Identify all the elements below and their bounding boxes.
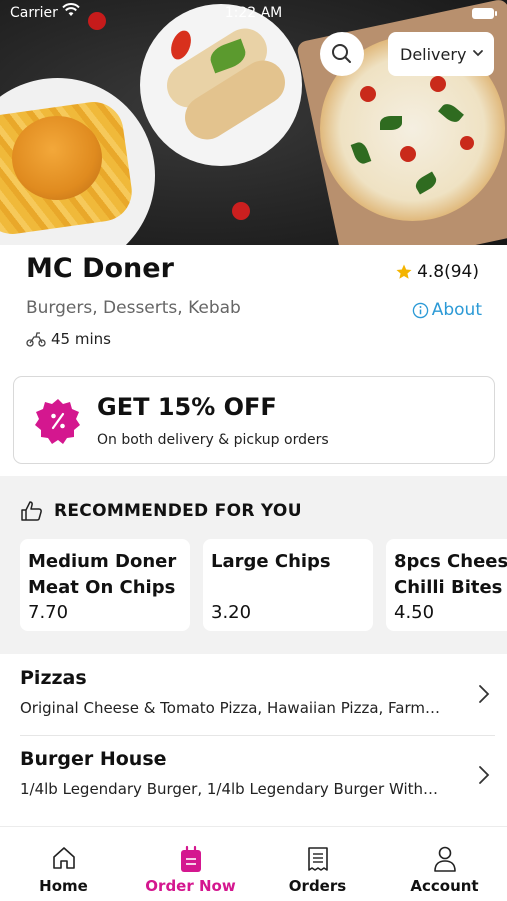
recommended-section: RECOMMENDED FOR YOU Medium Doner Meat On… [0,476,507,654]
recommended-item[interactable]: 8pcs Cheese Chilli Bites 4.50 [386,539,507,631]
recommended-title: RECOMMENDED FOR YOU [54,501,302,521]
category-title: Burger House [20,748,167,770]
hero-image: Carrier 1:22 AM Delivery [0,0,507,245]
recommended-item-name: Large Chips [211,551,331,572]
battery-icon [472,8,497,19]
info-icon [412,302,428,318]
delivery-time-label: 45 mins [51,330,111,348]
promo-banner[interactable]: GET 15% OFF On both delivery & pickup or… [13,376,495,464]
category-description: 1/4lb Legendary Burger, 1/4lb Legendary … [20,780,439,798]
receipt-icon [307,847,328,871]
star-icon [396,264,412,279]
delivery-mode-label: Delivery [400,44,467,64]
tab-label: Account [410,877,479,895]
tab-home[interactable]: Home [0,827,127,901]
about-label: About [431,300,482,320]
search-icon [332,44,351,63]
order-bag-icon [180,845,201,872]
category-title: Pizzas [20,667,87,689]
thumbs-up-icon [21,501,42,521]
tab-account[interactable]: Account [381,827,507,901]
home-icon [52,847,75,869]
menu-category-pizzas[interactable]: Pizzas Original Cheese & Tomato Pizza, H… [0,655,507,735]
delivery-mode-select[interactable]: Delivery [388,32,494,76]
rating-value: 4.8(94) [417,262,479,282]
status-bar: Carrier 1:22 AM [0,0,507,28]
recommended-item-price: 4.50 [394,602,435,623]
recommended-item[interactable]: Medium Doner Meat On Chips 7.70 [20,539,190,631]
bottom-tab-bar: Home Order Now Orders Account [0,826,507,900]
recommended-header: RECOMMENDED FOR YOU [20,500,302,522]
tab-label: Orders [288,877,347,895]
person-icon [433,846,456,872]
delivery-time: 45 mins [26,330,111,348]
recommended-item-price: 7.70 [28,602,69,623]
category-description: Original Cheese & Tomato Pizza, Hawaiian… [20,699,441,717]
recommended-item-name: 8pcs Cheese Chilli Bites [394,551,507,598]
status-time: 1:22 AM [224,5,283,21]
wrap-plate-image [140,4,302,166]
burger-plate-image [0,78,155,245]
search-button[interactable] [320,32,364,76]
menu-category-burger-house[interactable]: Burger House 1/4lb Legendary Burger, 1/4… [0,736,507,816]
tab-orders[interactable]: Orders [254,827,381,901]
restaurant-name: MC Doner [26,253,174,284]
promo-subtitle: On both delivery & pickup orders [97,432,329,448]
discount-badge-icon [35,399,80,444]
chevron-right-icon [479,766,490,784]
tab-order-now[interactable]: Order Now [127,827,254,901]
about-link[interactable]: About [412,300,482,320]
scooter-icon [26,332,46,347]
recommended-item[interactable]: Large Chips 3.20 [203,539,373,631]
recommended-item-name: Medium Doner Meat On Chips [28,551,177,598]
recommended-item-price: 3.20 [211,602,252,623]
promo-title: GET 15% OFF [97,393,277,421]
chevron-right-icon [479,685,490,703]
rating: 4.8(94) [395,262,479,282]
tab-label: Home [39,877,88,895]
cuisine-list: Burgers, Desserts, Kebab [26,298,241,318]
chevron-down-icon [473,50,483,57]
tab-label: Order Now [145,877,236,895]
